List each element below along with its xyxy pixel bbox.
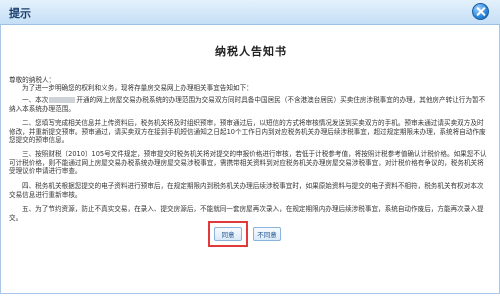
redacted-region xyxy=(49,97,76,103)
agree-button[interactable]: 同意 xyxy=(214,227,242,241)
dialog-content: 纳税人告知书 尊敬的纳税人： 为了进一步明确您的权利和义务，现将存量房交易网上办… xyxy=(0,24,500,294)
paragraph-1-start: 一、本次 xyxy=(22,96,49,104)
disagree-button[interactable]: 不同意 xyxy=(253,227,281,241)
notice-title: 纳税人告知书 xyxy=(215,45,287,58)
paragraph-5: 五、为了节约资源，防止不真实交易，在录入、提交房源后，不能就同一套房屋再次录入，… xyxy=(9,205,484,222)
close-icon[interactable] xyxy=(472,3,489,20)
paragraph-1: 一、本次 开通的网上房屋交易办税系统的办理范围为交易双方同时具备中国居民（不含港澳… xyxy=(9,96,489,113)
paragraph-3: 三、按照财税〔2010〕105号文件规定，预审提交时税务机关将对提交的申报价格进… xyxy=(9,150,487,176)
dialog-title: 提示 xyxy=(9,7,31,20)
intro-paragraph: 为了进一步明确您的权利和义务，现将存量房交易网上办理相关事宜告知如下： xyxy=(22,84,253,92)
paragraph-1-rest: 开通的网上房屋交易办税系统的办理范围为交易双方同时具备中国居民（不含港澳台居民）… xyxy=(9,96,486,113)
paragraph-4: 四、税务机关根据您提交的电子资料进行预审后，在规定期限内到税务机关办理后续涉税事… xyxy=(9,182,484,199)
notice-dialog: 提示 纳税人告知书 尊敬的纳税人： 为了进一步明确您的权利和义务，现将存量房交易… xyxy=(0,0,500,298)
dialog-titlebar: 提示 xyxy=(0,0,500,25)
paragraph-2: 二、您填写完成相关信息并上传资料后，税务机关将及时组织预审，预审通过后，以短信的… xyxy=(9,119,486,145)
